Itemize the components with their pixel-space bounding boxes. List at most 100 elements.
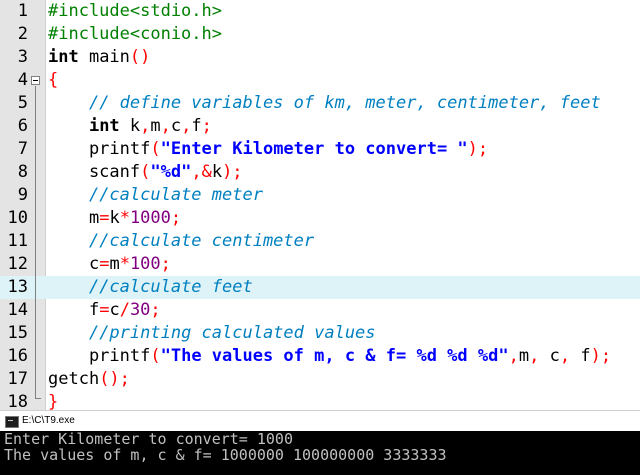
code-token: k (211, 162, 223, 182)
code-text: m=k*1000; (48, 207, 181, 230)
code-token: ( (140, 162, 151, 182)
code-token: * (119, 208, 130, 228)
code-token: int (48, 47, 79, 67)
code-text: int main() (48, 46, 150, 69)
code-token: // define variables of km, meter, centim… (88, 93, 601, 113)
code-token: k (109, 208, 120, 228)
code-text: //printing calculated values (48, 322, 376, 345)
code-token: c (170, 116, 182, 136)
code-token: scanf (48, 162, 141, 182)
code-line[interactable]: 13 //calculate feet (0, 276, 640, 299)
fold-guide-line (35, 86, 36, 398)
code-token: getch (48, 369, 100, 389)
console-output-line: Enter Kilometer to convert= 1000 (4, 430, 293, 448)
code-text: getch(); (48, 368, 130, 391)
console-titlebar[interactable]: E:\C\T9.exe (0, 410, 640, 431)
line-number: 2 (17, 24, 28, 44)
code-line[interactable]: 14 f=c/30; (0, 299, 640, 322)
line-number: 11 (7, 231, 28, 251)
code-line[interactable]: 4{ (0, 69, 640, 92)
code-token: ( (150, 346, 161, 366)
code-token: printf (48, 139, 151, 159)
code-line[interactable]: 9 //calculate meter (0, 184, 640, 207)
code-line[interactable]: 2 #include<conio.h> (0, 23, 640, 46)
code-line[interactable]: 11 //calculate centimeter (0, 230, 640, 253)
code-token: , (181, 116, 192, 136)
code-token: ; (150, 300, 161, 320)
line-number: 18 (7, 392, 28, 410)
code-text: printf("Enter Kilometer to convert= "); (48, 138, 488, 161)
code-token: c (109, 300, 120, 320)
code-token: , (559, 346, 571, 366)
code-token: #include<stdio.h> (48, 1, 222, 21)
console-output-line: The values of m, c & f= 1000000 10000000… (4, 446, 447, 464)
code-line[interactable]: 16 printf("The values of m, c & f= %d %d… (0, 345, 640, 368)
code-token: ,& (191, 162, 212, 182)
line-number: 5 (17, 93, 28, 113)
code-token: m (109, 254, 120, 274)
line-number: 3 (17, 47, 28, 67)
code-editor[interactable]: 1 #include<stdio.h> 2 #include<conio.h> 3 int… (0, 0, 640, 410)
code-token: main (78, 47, 130, 67)
code-token: , (140, 116, 151, 136)
code-token: f (570, 346, 591, 366)
code-token: , (508, 346, 519, 366)
code-line[interactable]: 7 printf("Enter Kilometer to convert= ")… (0, 138, 640, 161)
line-number: 15 (7, 323, 28, 343)
code-text: f=c/30; (48, 299, 161, 322)
code-token: f (48, 300, 100, 320)
code-token: printf (48, 346, 151, 366)
code-text: int k,m,c,f; (48, 115, 212, 138)
code-token: ); (467, 139, 489, 159)
code-token: //calculate centimeter (88, 231, 315, 251)
line-number: 4 (17, 70, 28, 90)
code-line[interactable]: 8 scanf("%d",&k); (0, 161, 640, 184)
code-token: 100 (129, 254, 161, 274)
fold-collapse-icon[interactable] (31, 76, 40, 85)
code-token: #include<conio.h> (48, 24, 222, 44)
code-token: = (99, 208, 110, 228)
code-token: c (48, 254, 100, 274)
code-token: m (48, 208, 100, 228)
code-text: scanf("%d",&k); (48, 161, 243, 184)
code-token: "Enter Kilometer to convert= " (160, 139, 468, 159)
code-token: c (539, 346, 560, 366)
code-token: () (99, 369, 120, 389)
code-token: k (119, 116, 141, 136)
line-number: 16 (7, 346, 28, 366)
code-line[interactable]: 5 // define variables of km, meter, cent… (0, 92, 640, 115)
code-token: ; (160, 254, 171, 274)
line-number: 1 (17, 1, 28, 21)
console-window[interactable]: E:\C\T9.exe Enter Kilometer to convert= … (0, 410, 640, 475)
line-number: 17 (7, 369, 28, 389)
code-line[interactable]: 12 c=m*100; (0, 253, 640, 276)
code-text: #include<conio.h> (48, 23, 222, 46)
line-number: 9 (17, 185, 28, 205)
fold-end-marker (35, 398, 41, 399)
line-number: 8 (17, 162, 28, 182)
code-line[interactable]: 17 getch(); (0, 368, 640, 391)
code-token: * (119, 254, 130, 274)
code-line[interactable]: 6 int k,m,c,f; (0, 115, 640, 138)
code-line[interactable]: 18} (0, 391, 640, 410)
code-token: ; (119, 369, 130, 389)
code-token: / (119, 300, 130, 320)
code-text: } (48, 391, 58, 410)
code-line[interactable]: 1 #include<stdio.h> (0, 0, 640, 23)
console-title: E:\C\T9.exe (22, 415, 75, 426)
code-token: "%d" (150, 162, 192, 182)
code-line[interactable]: 10 m=k*1000; (0, 207, 640, 230)
code-line[interactable]: 3 int main() (0, 46, 640, 69)
code-text: c=m*100; (48, 253, 171, 276)
code-token: f (191, 116, 202, 136)
line-number: 7 (17, 139, 28, 159)
code-token: //printing calculated values (88, 323, 376, 343)
code-token: ; (201, 116, 212, 136)
code-line[interactable]: 15 //printing calculated values (0, 322, 640, 345)
